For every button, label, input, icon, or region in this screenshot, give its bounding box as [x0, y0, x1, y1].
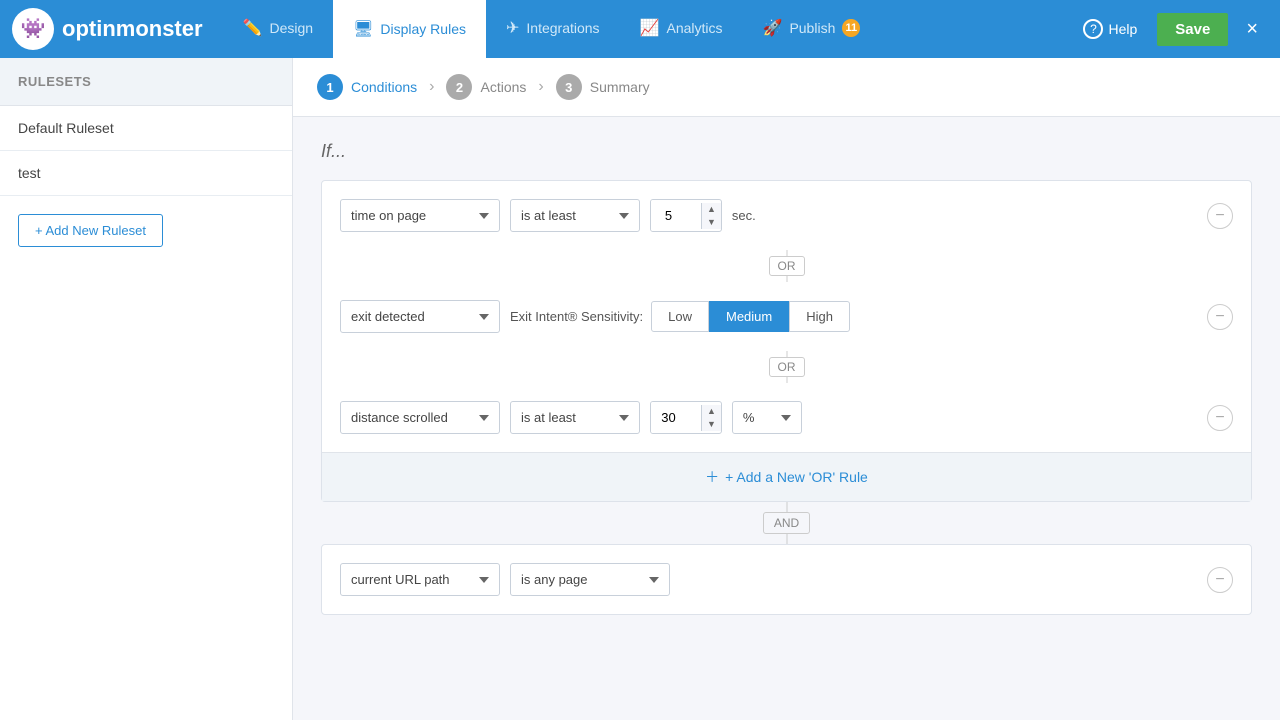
- add-ruleset-button[interactable]: + Add New Ruleset: [18, 214, 163, 247]
- tab-display-rules[interactable]: 🖥 Display Rules: [333, 0, 486, 58]
- rule-block-1: time on page exit detected distance scro…: [321, 180, 1252, 502]
- publish-badge: 11: [842, 19, 860, 37]
- sensitivity-medium[interactable]: Medium: [709, 301, 789, 332]
- svg-text:👾: 👾: [21, 18, 46, 40]
- value-input-1[interactable]: [651, 200, 701, 231]
- or-connector-1: OR: [322, 250, 1251, 282]
- add-or-label: + Add a New 'OR' Rule: [725, 469, 868, 485]
- main-content: 1 Conditions › 2 Actions › 3 Summary If.…: [293, 58, 1280, 720]
- step-arrow-1: ›: [429, 78, 434, 96]
- unit-select-3[interactable]: % px: [732, 401, 802, 434]
- sidebar-heading: Rulesets: [0, 58, 292, 106]
- step-3-summary[interactable]: 3 Summary: [556, 74, 650, 100]
- or-text-1: OR: [769, 256, 805, 276]
- help-icon: ?: [1083, 19, 1103, 39]
- operator-select-1[interactable]: is at least is less than: [510, 199, 640, 232]
- sensitivity-high[interactable]: High: [789, 301, 850, 332]
- add-or-icon: ＋: [705, 467, 719, 487]
- tab-design[interactable]: ✏️ Design: [223, 0, 334, 58]
- tab-analytics-label: Analytics: [666, 20, 722, 36]
- save-button[interactable]: Save: [1157, 13, 1228, 46]
- or-connector-2: OR: [322, 351, 1251, 383]
- value-input-wrap-3: ▲ ▼: [650, 401, 722, 434]
- and-text: AND: [763, 512, 810, 534]
- condition-select-url[interactable]: current URL path time on page exit detec…: [340, 563, 500, 596]
- design-icon: ✏️: [243, 18, 263, 38]
- if-label: If...: [321, 141, 1252, 162]
- remove-rule-1[interactable]: −: [1207, 203, 1233, 229]
- step-2-actions[interactable]: 2 Actions: [446, 74, 526, 100]
- spin-down-3[interactable]: ▼: [702, 418, 721, 431]
- tab-integrations[interactable]: ✈ Integrations: [486, 0, 620, 58]
- step-3-label: Summary: [590, 79, 650, 95]
- rule-row-exit-detected: exit detected time on page distance scro…: [322, 282, 1251, 351]
- sensitivity-low[interactable]: Low: [651, 301, 709, 332]
- spin-down-1[interactable]: ▼: [702, 216, 721, 229]
- step-1-number: 1: [317, 74, 343, 100]
- display-rules-icon: 🖥: [353, 19, 373, 39]
- condition-select-2[interactable]: exit detected time on page distance scro…: [340, 300, 500, 333]
- tab-publish-label: Publish: [789, 20, 835, 36]
- operator-select-3[interactable]: is at least is less than: [510, 401, 640, 434]
- sidebar-item-label: test: [18, 165, 41, 181]
- tab-publish[interactable]: 🚀 Publish 11: [743, 0, 881, 58]
- sensitivity-group: Exit Intent® Sensitivity: Low Medium Hig…: [510, 301, 850, 332]
- rule-row-url-path: current URL path time on page exit detec…: [322, 545, 1251, 614]
- unit-label-1: sec.: [732, 208, 756, 223]
- layout: Rulesets Default Ruleset test + Add New …: [0, 58, 1280, 720]
- value-input-3[interactable]: [651, 402, 701, 433]
- analytics-icon: 📈: [640, 18, 660, 38]
- add-or-rule-button[interactable]: ＋ + Add a New 'OR' Rule: [322, 452, 1251, 501]
- step-3-number: 3: [556, 74, 582, 100]
- logo-text: optinmonster: [62, 16, 203, 42]
- step-2-number: 2: [446, 74, 472, 100]
- sensitivity-label: Exit Intent® Sensitivity:: [510, 309, 643, 324]
- and-connector: AND: [321, 502, 1252, 544]
- or-text-2: OR: [769, 357, 805, 377]
- value-input-wrap-1: ▲ ▼: [650, 199, 722, 232]
- top-nav: 👾 optinmonster ✏️ Design 🖥 Display Rules…: [0, 0, 1280, 58]
- publish-icon: 🚀: [763, 18, 783, 38]
- tab-display-rules-label: Display Rules: [380, 21, 466, 37]
- help-label: Help: [1108, 21, 1137, 37]
- remove-rule-3[interactable]: −: [1207, 405, 1233, 431]
- tab-design-label: Design: [269, 20, 313, 36]
- close-button[interactable]: ×: [1236, 12, 1268, 47]
- content-area: If... time on page exit detected distanc…: [293, 117, 1280, 639]
- spin-up-3[interactable]: ▲: [702, 405, 721, 418]
- tab-integrations-label: Integrations: [526, 20, 599, 36]
- spinner-3: ▲ ▼: [701, 405, 721, 431]
- sidebar-item-test[interactable]: test: [0, 151, 292, 196]
- help-button[interactable]: ? Help: [1071, 13, 1149, 45]
- steps-bar: 1 Conditions › 2 Actions › 3 Summary: [293, 58, 1280, 117]
- integrations-icon: ✈: [506, 18, 519, 38]
- operator-select-url[interactable]: is any page contains exactly matches: [510, 563, 670, 596]
- step-1-label: Conditions: [351, 79, 417, 95]
- rule-row-time-on-page: time on page exit detected distance scro…: [322, 181, 1251, 250]
- logo: 👾 optinmonster: [12, 8, 203, 50]
- condition-select-1[interactable]: time on page exit detected distance scro…: [340, 199, 500, 232]
- spinner-1: ▲ ▼: [701, 203, 721, 229]
- step-arrow-2: ›: [538, 78, 543, 96]
- nav-tabs: ✏️ Design 🖥 Display Rules ✈ Integrations…: [223, 0, 1072, 58]
- spin-up-1[interactable]: ▲: [702, 203, 721, 216]
- remove-rule-url[interactable]: −: [1207, 567, 1233, 593]
- condition-select-3[interactable]: distance scrolled time on page exit dete…: [340, 401, 500, 434]
- nav-right: ? Help Save ×: [1071, 12, 1268, 47]
- sidebar: Rulesets Default Ruleset test + Add New …: [0, 58, 293, 720]
- remove-rule-2[interactable]: −: [1207, 304, 1233, 330]
- tab-analytics[interactable]: 📈 Analytics: [620, 0, 743, 58]
- rule-row-distance-scrolled: distance scrolled time on page exit dete…: [322, 383, 1251, 452]
- sidebar-item-default-ruleset[interactable]: Default Ruleset: [0, 106, 292, 151]
- rule-block-2: current URL path time on page exit detec…: [321, 544, 1252, 615]
- step-1-conditions[interactable]: 1 Conditions: [317, 74, 417, 100]
- step-2-label: Actions: [480, 79, 526, 95]
- sidebar-item-label: Default Ruleset: [18, 120, 114, 136]
